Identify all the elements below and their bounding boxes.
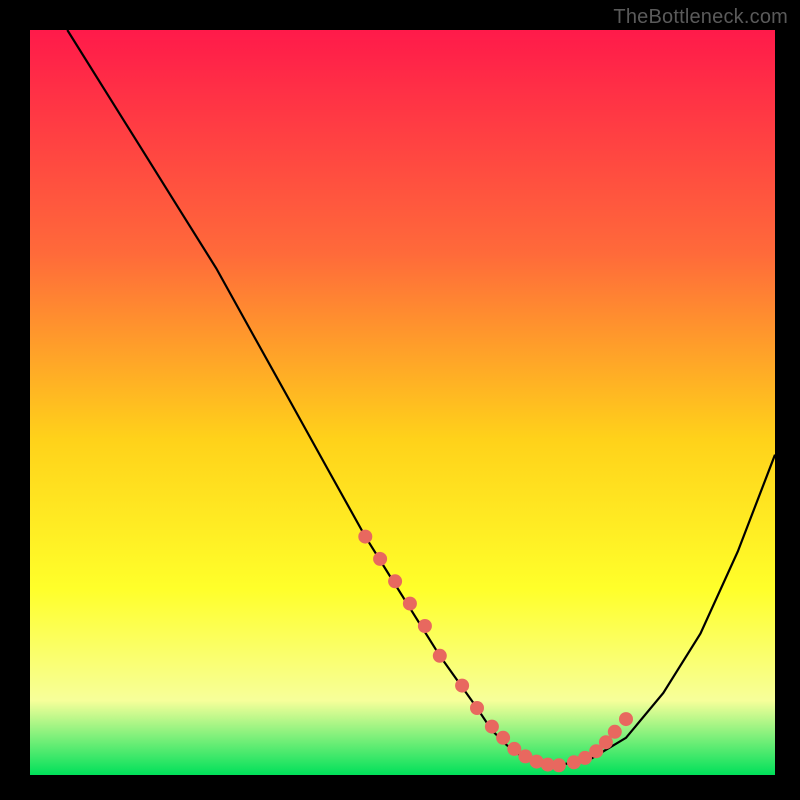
data-dot [485, 720, 499, 734]
data-dot [496, 731, 510, 745]
data-dot [552, 758, 566, 772]
data-dot [433, 649, 447, 663]
data-dot [373, 552, 387, 566]
data-dot [455, 679, 469, 693]
bottleneck-chart [0, 0, 800, 800]
data-dot [418, 619, 432, 633]
plot-area [30, 30, 775, 775]
data-dot [608, 725, 622, 739]
data-dot [619, 712, 633, 726]
data-dot [388, 574, 402, 588]
data-dot [358, 530, 372, 544]
data-dot [470, 701, 484, 715]
data-dot [403, 597, 417, 611]
chart-frame: TheBottleneck.com [0, 0, 800, 800]
watermark-text: TheBottleneck.com [613, 6, 788, 29]
